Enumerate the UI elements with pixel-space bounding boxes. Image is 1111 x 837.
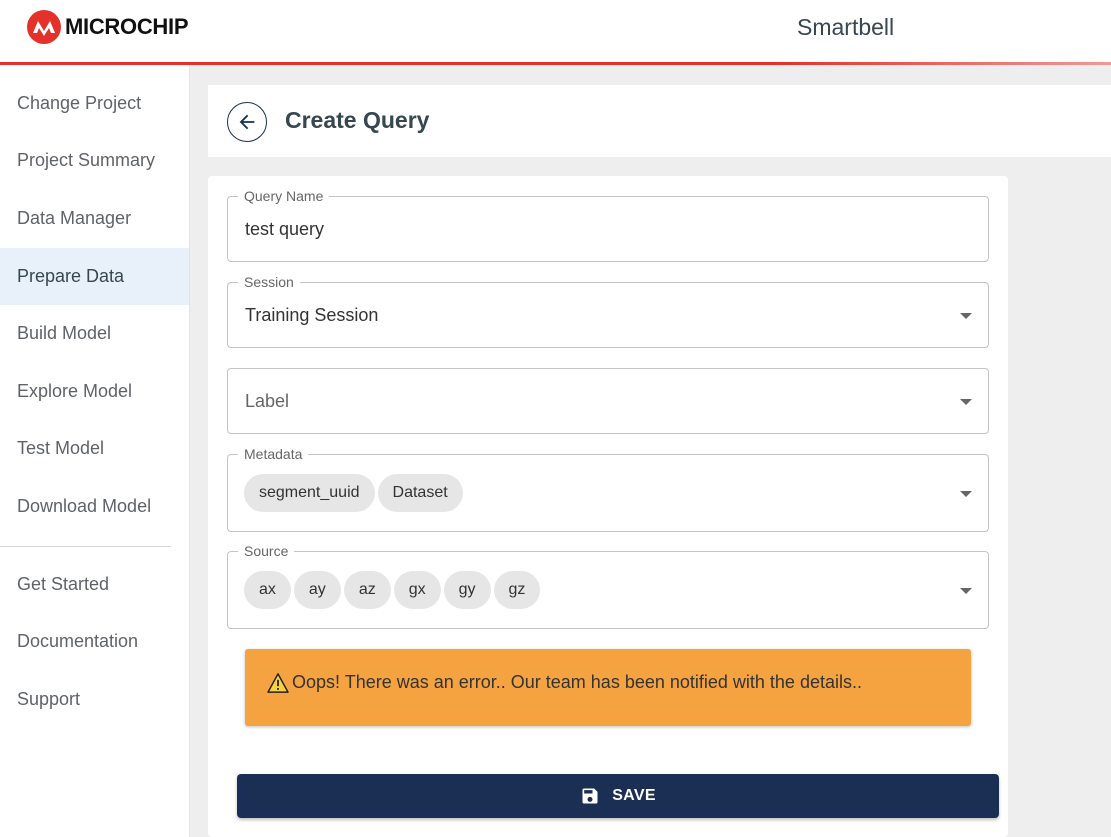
back-button[interactable] [227, 102, 267, 142]
warning-icon [267, 672, 289, 693]
sidebar-item-label: Get Started [17, 574, 110, 594]
chevron-down-icon[interactable] [960, 491, 972, 497]
sidebar-item-label: Project Summary [17, 150, 156, 170]
page-title: Create Query [285, 107, 430, 133]
label-select[interactable]: Label [227, 368, 989, 434]
query-name-value: test query [245, 219, 325, 239]
app-name: Smartbell [797, 14, 895, 40]
metadata-chip[interactable]: Dataset [377, 474, 463, 512]
sidebar-item-label: Build Model [17, 323, 112, 343]
sidebar-item-label: Download Model [17, 496, 152, 516]
sidebar-item-label: Support [17, 689, 81, 709]
source-chip[interactable]: gx [393, 571, 441, 609]
source-chip[interactable]: az [343, 571, 391, 609]
source-chip[interactable]: gz [493, 571, 541, 609]
sidebar-item-label: Change Project [17, 93, 142, 113]
sidebar-item-change-project[interactable]: Change Project [0, 75, 189, 132]
source-chip[interactable]: ay [293, 571, 341, 609]
source-label: Source [238, 543, 295, 559]
chevron-down-icon[interactable] [960, 399, 972, 405]
error-alert: Oops! There was an error.. Our team has … [245, 649, 971, 726]
label-placeholder: Label [245, 391, 290, 411]
sidebar-item-get-started[interactable]: Get Started [0, 556, 189, 613]
session-value: Training Session [245, 305, 379, 325]
logo-text: MICROCHIP [65, 14, 189, 39]
sidebar: Change Project Project Summary Data Mana… [0, 65, 190, 837]
main-content: Create Query Query Name test query Sessi… [190, 65, 1111, 837]
app-header: MICROCHIP Smartbell [0, 0, 1111, 64]
sidebar-item-label: Prepare Data [17, 266, 125, 286]
create-query-form: Query Name test query Session Training S… [208, 176, 1008, 837]
sidebar-item-test-model[interactable]: Test Model [0, 420, 189, 477]
source-select[interactable]: Source ax ay az gx gy gz [227, 543, 989, 629]
metadata-chip[interactable]: segment_uuid [244, 474, 375, 512]
query-name-label: Query Name [238, 188, 330, 204]
metadata-select[interactable]: Metadata segment_uuid Dataset [227, 446, 989, 532]
sidebar-item-project-summary[interactable]: Project Summary [0, 132, 189, 189]
sidebar-item-explore-model[interactable]: Explore Model [0, 363, 189, 420]
error-message: Oops! There was an error.. Our team has … [292, 672, 862, 692]
sidebar-divider [0, 546, 171, 547]
sidebar-item-label: Test Model [17, 438, 105, 458]
sidebar-item-build-model[interactable]: Build Model [0, 305, 189, 362]
microchip-logo-icon [27, 10, 61, 44]
session-select[interactable]: Session Training Session [227, 274, 989, 348]
session-label: Session [238, 274, 300, 290]
source-chip[interactable]: gy [443, 571, 491, 609]
floppy-disk-icon [582, 788, 598, 804]
save-button[interactable]: SAVE [237, 774, 999, 818]
microchip-logo[interactable]: MICROCHIP [26, 9, 189, 45]
chevron-down-icon[interactable] [960, 313, 972, 319]
query-name-field[interactable]: Query Name test query [227, 188, 989, 262]
metadata-chips: segment_uuid Dataset [244, 474, 463, 512]
sidebar-item-documentation[interactable]: Documentation [0, 613, 189, 670]
save-button-label: SAVE [612, 787, 656, 804]
sidebar-item-label: Explore Model [17, 381, 133, 401]
metadata-label: Metadata [238, 446, 309, 462]
sidebar-item-prepare-data[interactable]: Prepare Data [0, 248, 189, 305]
sidebar-item-label: Documentation [17, 631, 139, 651]
sidebar-item-label: Data Manager [17, 208, 132, 228]
chevron-down-icon[interactable] [960, 588, 972, 594]
sidebar-item-support[interactable]: Support [0, 671, 189, 728]
page-title-bar: Create Query [208, 85, 1111, 157]
source-chip[interactable]: ax [244, 571, 291, 609]
sidebar-item-download-model[interactable]: Download Model [0, 478, 189, 535]
sidebar-item-data-manager[interactable]: Data Manager [0, 190, 189, 247]
source-chips: ax ay az gx gy gz [244, 571, 541, 609]
arrow-left-icon [239, 114, 255, 130]
